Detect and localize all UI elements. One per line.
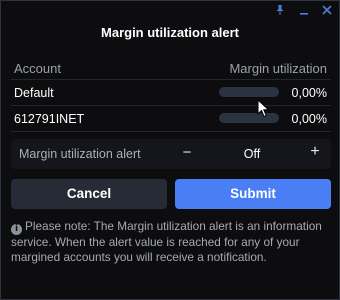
- alert-value: Off: [243, 147, 261, 161]
- info-note: i Please note: The Margin utilization ale…: [11, 219, 333, 265]
- account-name: 612791INET: [14, 112, 85, 126]
- alert-label: Margin utilization alert: [19, 147, 141, 161]
- submit-button[interactable]: Submit: [175, 179, 331, 209]
- table-row: 612791INET 0,00%: [11, 106, 331, 132]
- alert-dialog-window: Margin utilization alert Account Margin …: [0, 0, 340, 300]
- pin-icon[interactable]: [271, 2, 289, 18]
- utilization-bar: [219, 87, 279, 97]
- increase-alert-button[interactable]: +: [306, 143, 324, 163]
- close-icon[interactable]: [318, 2, 336, 18]
- account-name: Default: [14, 86, 54, 100]
- dialog-title: Margin utilization alert: [101, 25, 239, 40]
- cancel-button[interactable]: Cancel: [11, 179, 167, 209]
- mouse-cursor-icon: [257, 99, 270, 118]
- utilization-value: 0,00%: [291, 112, 327, 126]
- utilization-column-header: Margin utilization: [229, 61, 327, 76]
- table-header: Account Margin utilization: [11, 57, 331, 80]
- table-row: Default 0,00%: [11, 80, 331, 106]
- minimize-icon[interactable]: [295, 2, 313, 18]
- account-column-header: Account: [14, 61, 61, 76]
- accounts-table: Account Margin utilization Default 0,00%…: [11, 57, 331, 132]
- info-icon: i: [11, 224, 22, 235]
- alert-stepper-row: Margin utilization alert − Off +: [11, 139, 331, 169]
- utilization-value: 0,00%: [291, 86, 327, 100]
- info-note-text: Please note: The Margin utilization aler…: [11, 219, 322, 265]
- window-titlebar: [1, 1, 339, 21]
- decrease-alert-button[interactable]: −: [178, 144, 196, 164]
